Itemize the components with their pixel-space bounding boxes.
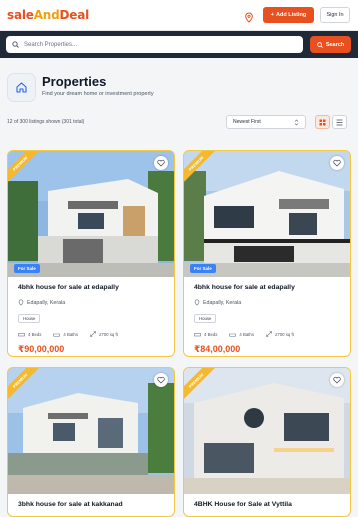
search-icon (317, 41, 323, 48)
favorite-heart-button[interactable] (154, 156, 168, 170)
page-title: Properties (42, 74, 107, 89)
area-feature: 2700 sq ft (266, 331, 294, 337)
favorite-heart-button[interactable] (330, 156, 344, 170)
property-image[interactable]: PREMIUM For Sale (8, 151, 174, 277)
location-pin-icon (194, 299, 200, 306)
sort-select[interactable]: Newest First (226, 115, 306, 129)
plus-icon: + (270, 12, 274, 18)
property-image[interactable]: PREMIUM (184, 368, 350, 494)
search-bar: Search Properties... Search (0, 31, 358, 58)
list-icon (336, 119, 343, 125)
heart-icon (157, 159, 165, 167)
listing-card[interactable]: PREMIUM 4BHK House for Sale at Vyttila (183, 367, 351, 517)
bath-icon (229, 333, 237, 337)
list-view-toggle[interactable] (332, 115, 347, 129)
listing-price: ₹84,00,000 (194, 344, 241, 354)
search-icon (12, 41, 19, 48)
listing-card[interactable]: PREMIUM For Sale 4bhk house for sale at … (7, 150, 175, 357)
baths-feature: 4 Baths (53, 331, 78, 337)
page-subtitle: Find your dream home or investment prope… (42, 91, 154, 97)
results-count: 12 of 300 listings shown (301 total) (7, 119, 85, 125)
expand-icon (266, 331, 272, 337)
listing-title[interactable]: 4bhk house for sale at edapally (18, 284, 174, 291)
listing-price: ₹90,00,000 (18, 344, 65, 354)
home-icon-box (7, 73, 36, 102)
sign-in-button[interactable]: Sign In (320, 7, 350, 23)
add-listing-button[interactable]: + Add Listing (263, 7, 314, 23)
property-type-tag: House (18, 314, 41, 323)
beds-feature: 4 Beds (194, 331, 217, 337)
beds-feature: 4 Beds (18, 331, 41, 337)
listing-title[interactable]: 3bhk house for sale at kakkanad (18, 501, 174, 508)
property-image[interactable]: PREMIUM (8, 368, 174, 494)
bath-icon (53, 333, 61, 337)
baths-feature: 4 Baths (229, 331, 254, 337)
listing-location: Edapally, Kerala (194, 299, 350, 306)
status-badge: For Sale (14, 264, 40, 273)
property-type-tag: House (194, 314, 217, 323)
favorite-heart-button[interactable] (154, 373, 168, 387)
heart-icon (333, 159, 341, 167)
heart-icon (157, 376, 165, 384)
chevron-updown-icon (294, 119, 299, 125)
listing-card[interactable]: PREMIUM For Sale 4bhk house for sale at … (183, 150, 351, 357)
listing-title[interactable]: 4BHK House for Sale at Vyttila (194, 501, 350, 508)
location-pin-icon[interactable] (244, 10, 254, 23)
grid-view-toggle[interactable] (315, 115, 330, 129)
heart-icon (333, 376, 341, 384)
listing-card[interactable]: PREMIUM 3bhk house for sale at kakkanad (7, 367, 175, 517)
top-navbar: saleAndDeal + Add Listing Sign In (0, 0, 358, 31)
expand-icon (90, 331, 96, 337)
location-pin-icon (18, 299, 24, 306)
listing-features: 4 Beds 4 Baths 2700 sq ft (18, 331, 174, 337)
listing-features: 4 Beds 4 Baths 2700 sq ft (194, 331, 350, 337)
listing-title[interactable]: 4bhk house for sale at edapally (194, 284, 350, 291)
home-icon (16, 82, 27, 93)
grid-icon (319, 119, 326, 125)
property-image[interactable]: PREMIUM For Sale (184, 151, 350, 277)
search-input[interactable]: Search Properties... (6, 36, 303, 53)
brand-logo[interactable]: saleAndDeal (7, 8, 89, 22)
search-button[interactable]: Search (310, 36, 351, 53)
bed-icon (194, 332, 201, 336)
bed-icon (18, 332, 25, 336)
listing-location: Edapally, Kerala (18, 299, 174, 306)
favorite-heart-button[interactable] (330, 373, 344, 387)
status-badge: For Sale (190, 264, 216, 273)
area-feature: 2700 sq ft (90, 331, 118, 337)
